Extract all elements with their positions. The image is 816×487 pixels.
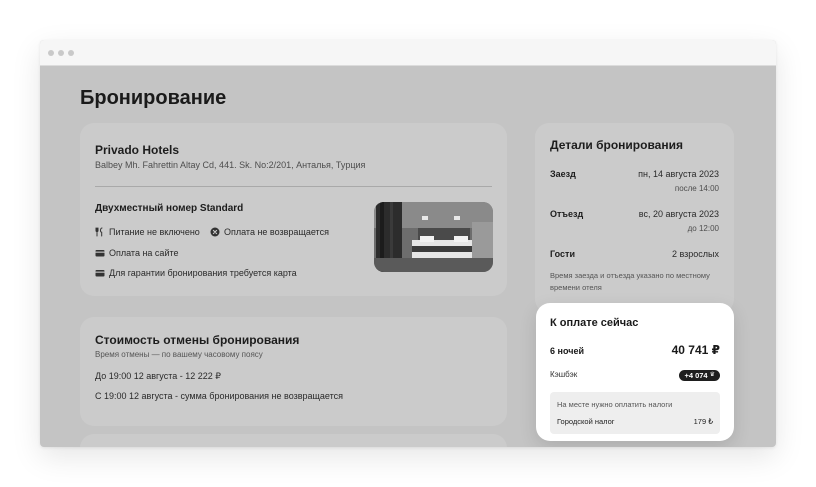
amenity-label: Для гарантии бронирования требуется карт…: [109, 268, 297, 278]
guests-label: Гости: [550, 249, 575, 259]
card-icon: [95, 248, 105, 258]
cancellation-subtitle: Время отмены — по вашему часовому поясу: [95, 350, 263, 359]
checkout-date: вс, 20 августа 2023: [638, 209, 719, 219]
amenity-payment: Оплата на сайте: [95, 248, 179, 258]
page-content: Бронирование Privado Hotels Balbey Mh. F…: [40, 66, 776, 447]
amenity-label: Питание не включено: [109, 227, 200, 237]
hotel-address: Balbey Mh. Fahrettin Altay Cd, 441. Sk. …: [95, 160, 366, 170]
checkin-date: пн, 14 августа 2023: [638, 169, 719, 179]
nights-label: 6 ночей: [550, 346, 584, 356]
checkout-time: до 12:00: [687, 224, 719, 233]
guests-value: 2 взрослых: [671, 249, 719, 259]
x-circle-icon: [210, 227, 220, 237]
cashback-value: +4 074: [684, 371, 708, 380]
divider: [95, 186, 492, 187]
checkin-time: после 14:00: [674, 184, 719, 193]
payment-title: К оплате сейчас: [550, 317, 639, 329]
window-titlebar: [40, 40, 776, 66]
room-photo[interactable]: [374, 202, 493, 272]
next-section-card: [80, 434, 507, 447]
checkout-label: Отъезд: [550, 209, 584, 219]
cashback-label: Кэшбэк: [550, 370, 578, 379]
cancellation-line: До 19:00 12 августа - 12 222 ₽: [95, 371, 221, 381]
checkin-label: Заезд: [550, 169, 576, 179]
browser-window: Бронирование Privado Hotels Balbey Mh. F…: [40, 40, 776, 447]
cancellation-title: Стоимость отмены бронирования: [95, 333, 300, 347]
card-icon: [95, 268, 105, 278]
amenity-meals: Питание не включено: [95, 227, 200, 237]
total-amount: 40 741 ₽: [671, 343, 720, 357]
booking-details-title: Детали бронирования: [550, 138, 683, 152]
amenity-card-guarantee: Для гарантии бронирования требуется карт…: [95, 268, 297, 278]
window-close-dot[interactable]: [48, 50, 54, 56]
booking-details-card: Детали бронирования Заезд пн, 14 августа…: [535, 123, 734, 313]
hotel-card: Privado Hotels Balbey Mh. Fahrettin Alta…: [80, 123, 507, 296]
city-tax-label: Городской налог: [557, 417, 615, 426]
cancellation-line: С 19:00 12 августа - сумма бронирования …: [95, 391, 344, 401]
crown-icon: ♛: [709, 372, 715, 378]
amenity-refund: Оплата не возвращается: [210, 227, 329, 237]
timezone-note: Время заезда и отъезда указано по местно…: [550, 271, 710, 292]
city-tax-value: 179 ₺: [693, 417, 713, 426]
tax-info-box: На месте нужно оплатить налоги Городской…: [550, 392, 720, 434]
hotel-name[interactable]: Privado Hotels: [95, 143, 179, 157]
payment-summary-card: К оплате сейчас 6 ночей 40 741 ₽ Кэшбэк …: [536, 303, 734, 441]
page-title: Бронирование: [80, 87, 227, 109]
cancellation-card: Стоимость отмены бронирования Время отме…: [80, 317, 507, 426]
tax-note: На месте нужно оплатить налоги: [557, 400, 673, 409]
utensils-icon: [95, 227, 105, 237]
amenity-label: Оплата на сайте: [109, 248, 179, 258]
cashback-badge: +4 074 ♛: [679, 370, 720, 381]
window-maximize-dot[interactable]: [68, 50, 74, 56]
amenity-label: Оплата не возвращается: [224, 227, 329, 237]
room-name: Двухместный номер Standard: [95, 203, 244, 214]
window-minimize-dot[interactable]: [58, 50, 64, 56]
